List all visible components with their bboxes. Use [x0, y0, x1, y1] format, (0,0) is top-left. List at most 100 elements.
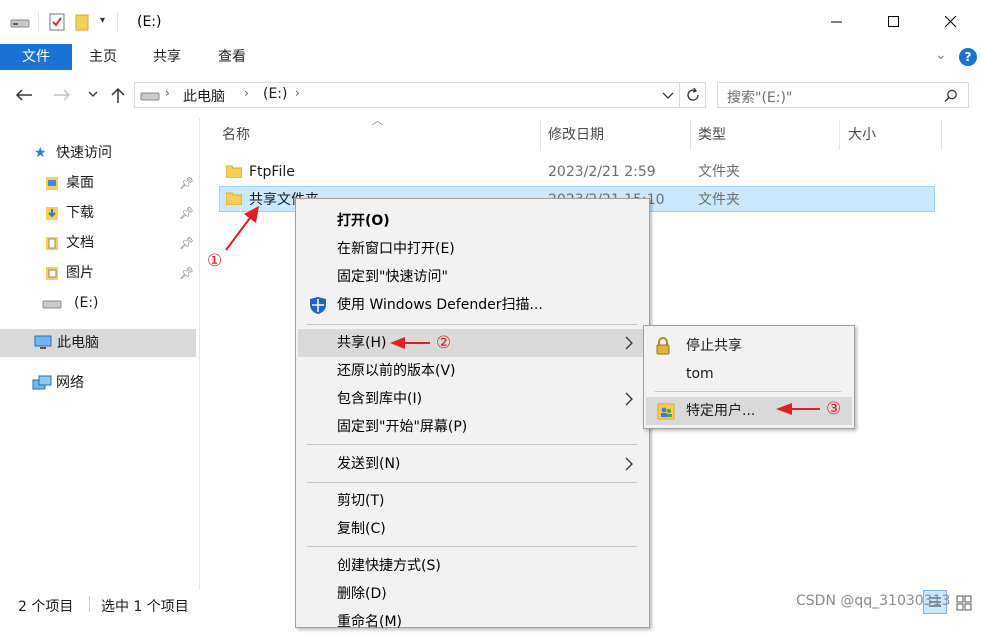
expand-ribbon-icon[interactable]: ⌄ — [935, 47, 947, 63]
nav-item-label: 图片 — [66, 265, 94, 281]
menu-item-cut[interactable]: 剪切(T) — [298, 487, 647, 515]
annotation-number-3: ③ — [826, 399, 842, 419]
nav-item-label: 桌面 — [66, 175, 94, 191]
menu-item-restore-versions[interactable]: 还原以前的版本(V) — [298, 357, 647, 385]
tab-home[interactable]: 主页 — [80, 44, 126, 70]
search-input[interactable]: 搜索"(E:)" — [717, 82, 969, 108]
address-bar[interactable]: › 此电脑 › (E:) › — [134, 82, 680, 108]
breadcrumb-chevron-icon: › — [295, 86, 300, 100]
sort-ascending-icon: ︿ — [372, 114, 383, 127]
menu-item-pin-start[interactable]: 固定到"开始"屏幕(P) — [298, 413, 647, 441]
nav-quick-access[interactable]: ★ 快速访问 — [0, 139, 196, 167]
breadcrumb-drive[interactable]: (E:) — [263, 86, 288, 102]
menu-item-rename[interactable]: 重命名(M) — [298, 608, 647, 636]
nav-quick-access-label: 快速访问 — [56, 145, 112, 161]
menu-item-pin-quick-access[interactable]: 固定到"快速访问" — [298, 263, 647, 291]
maximize-icon — [888, 16, 899, 27]
file-modified: 2023/2/21 2:59 — [548, 164, 656, 180]
menu-item-create-shortcut[interactable]: 创建快捷方式(S) — [298, 552, 647, 580]
menu-item-label: 打开(O) — [337, 213, 390, 229]
forward-icon[interactable] — [52, 88, 72, 102]
refresh-icon — [686, 88, 699, 101]
menu-item-user-tom[interactable]: tom — [646, 360, 852, 388]
table-row[interactable]: FtpFile 2023/2/21 2:59 文件夹 — [219, 159, 935, 185]
recent-locations-icon[interactable] — [88, 91, 98, 99]
status-item-count: 2 个项目 — [18, 599, 74, 615]
nav-item-downloads[interactable]: 下载 📌︎ — [0, 199, 196, 227]
column-separator[interactable] — [540, 120, 541, 150]
new-folder-icon[interactable] — [75, 13, 89, 31]
nav-item-label: 文档 — [66, 235, 94, 251]
address-dropdown-icon[interactable] — [662, 92, 674, 100]
menu-item-label: 共享(H) — [337, 335, 387, 351]
column-size[interactable]: 大小 — [848, 124, 876, 146]
annotation-number-1: ① — [207, 251, 223, 271]
menu-item-include-library[interactable]: 包含到库中(I) — [298, 385, 647, 413]
submenu-arrow-icon — [625, 392, 633, 406]
share-submenu: 停止共享 tom 特定用户... — [643, 325, 855, 429]
nav-this-pc-label: 此电脑 — [57, 335, 99, 351]
menu-item-share[interactable]: 共享(H) — [298, 329, 647, 357]
pin-icon[interactable]: 📌︎ — [179, 169, 194, 197]
up-icon[interactable] — [110, 86, 126, 104]
back-icon[interactable] — [14, 88, 34, 102]
menu-item-open[interactable]: 打开(O) — [298, 207, 647, 235]
menu-item-label: 删除(D) — [337, 586, 387, 602]
title-bar: ▾ (E:) — [0, 0, 981, 44]
pin-icon[interactable]: 📌︎ — [179, 229, 194, 257]
menu-item-label: 发送到(N) — [337, 456, 401, 472]
close-button[interactable] — [922, 0, 980, 44]
menu-item-delete[interactable]: 删除(D) — [298, 580, 647, 608]
menu-item-label: 固定到"开始"屏幕(P) — [337, 419, 468, 435]
breadcrumb-this-pc[interactable]: 此电脑 — [183, 86, 225, 106]
minimize-button[interactable] — [808, 0, 866, 44]
maximize-button[interactable] — [865, 0, 923, 44]
pane-divider[interactable] — [199, 118, 200, 590]
column-name[interactable]: 名称 — [222, 124, 250, 146]
drive-icon — [10, 19, 30, 28]
menu-item-label: 复制(C) — [337, 521, 386, 537]
tab-view[interactable]: 查看 — [209, 44, 255, 70]
nav-this-pc[interactable]: 此电脑 — [0, 329, 196, 357]
menu-item-label: 包含到库中(I) — [337, 391, 423, 407]
ribbon: 文件 主页 共享 查看 ⌄ ? — [0, 44, 981, 72]
column-modified[interactable]: 修改日期 — [548, 124, 604, 146]
pin-icon[interactable]: 📌︎ — [179, 259, 194, 287]
customize-toolbar-icon[interactable]: ▾ — [100, 15, 105, 26]
computer-icon — [34, 335, 52, 349]
properties-icon[interactable] — [49, 13, 65, 31]
refresh-button[interactable] — [680, 82, 706, 108]
column-separator[interactable] — [941, 120, 942, 150]
column-separator[interactable] — [690, 120, 691, 150]
menu-item-open-new-window[interactable]: 在新窗口中打开(E) — [298, 235, 647, 263]
menu-item-stop-sharing[interactable]: 停止共享 — [646, 332, 852, 360]
column-separator[interactable] — [839, 120, 840, 150]
menu-item-label: 特定用户... — [686, 403, 756, 419]
nav-item-desktop[interactable]: 桌面 📌︎ — [0, 169, 196, 197]
minimize-icon — [831, 21, 842, 23]
search-placeholder: 搜索"(E:)" — [727, 90, 793, 106]
watermark: CSDN @qq_31030313 — [796, 593, 951, 609]
large-icons-view-button[interactable] — [953, 592, 975, 614]
menu-item-specific-people[interactable]: 特定用户... — [646, 397, 852, 425]
window-title: (E:) — [137, 14, 162, 30]
nav-item-documents[interactable]: 文档 📌︎ — [0, 229, 196, 257]
pin-icon[interactable]: 📌︎ — [179, 199, 194, 227]
star-icon: ★ — [34, 145, 47, 161]
menu-item-copy[interactable]: 复制(C) — [298, 515, 647, 543]
menu-item-label: 剪切(T) — [337, 493, 385, 509]
search-icon[interactable] — [944, 89, 958, 103]
menu-separator — [655, 391, 841, 392]
tab-file[interactable]: 文件 — [0, 44, 72, 70]
nav-network[interactable]: 网络 — [0, 369, 196, 397]
menu-item-defender-scan[interactable]: 使用 Windows Defender扫描... — [298, 291, 647, 319]
pictures-folder-icon — [46, 267, 58, 280]
column-type[interactable]: 类型 — [698, 124, 726, 146]
nav-item-drive-e[interactable]: (E:) — [0, 289, 196, 317]
nav-item-pictures[interactable]: 图片 📌︎ — [0, 259, 196, 287]
help-button[interactable]: ? — [959, 48, 977, 66]
menu-item-label: tom — [686, 366, 714, 382]
tab-share[interactable]: 共享 — [144, 44, 190, 70]
menu-item-send-to[interactable]: 发送到(N) — [298, 450, 647, 478]
menu-item-label: 在新窗口中打开(E) — [337, 241, 455, 257]
